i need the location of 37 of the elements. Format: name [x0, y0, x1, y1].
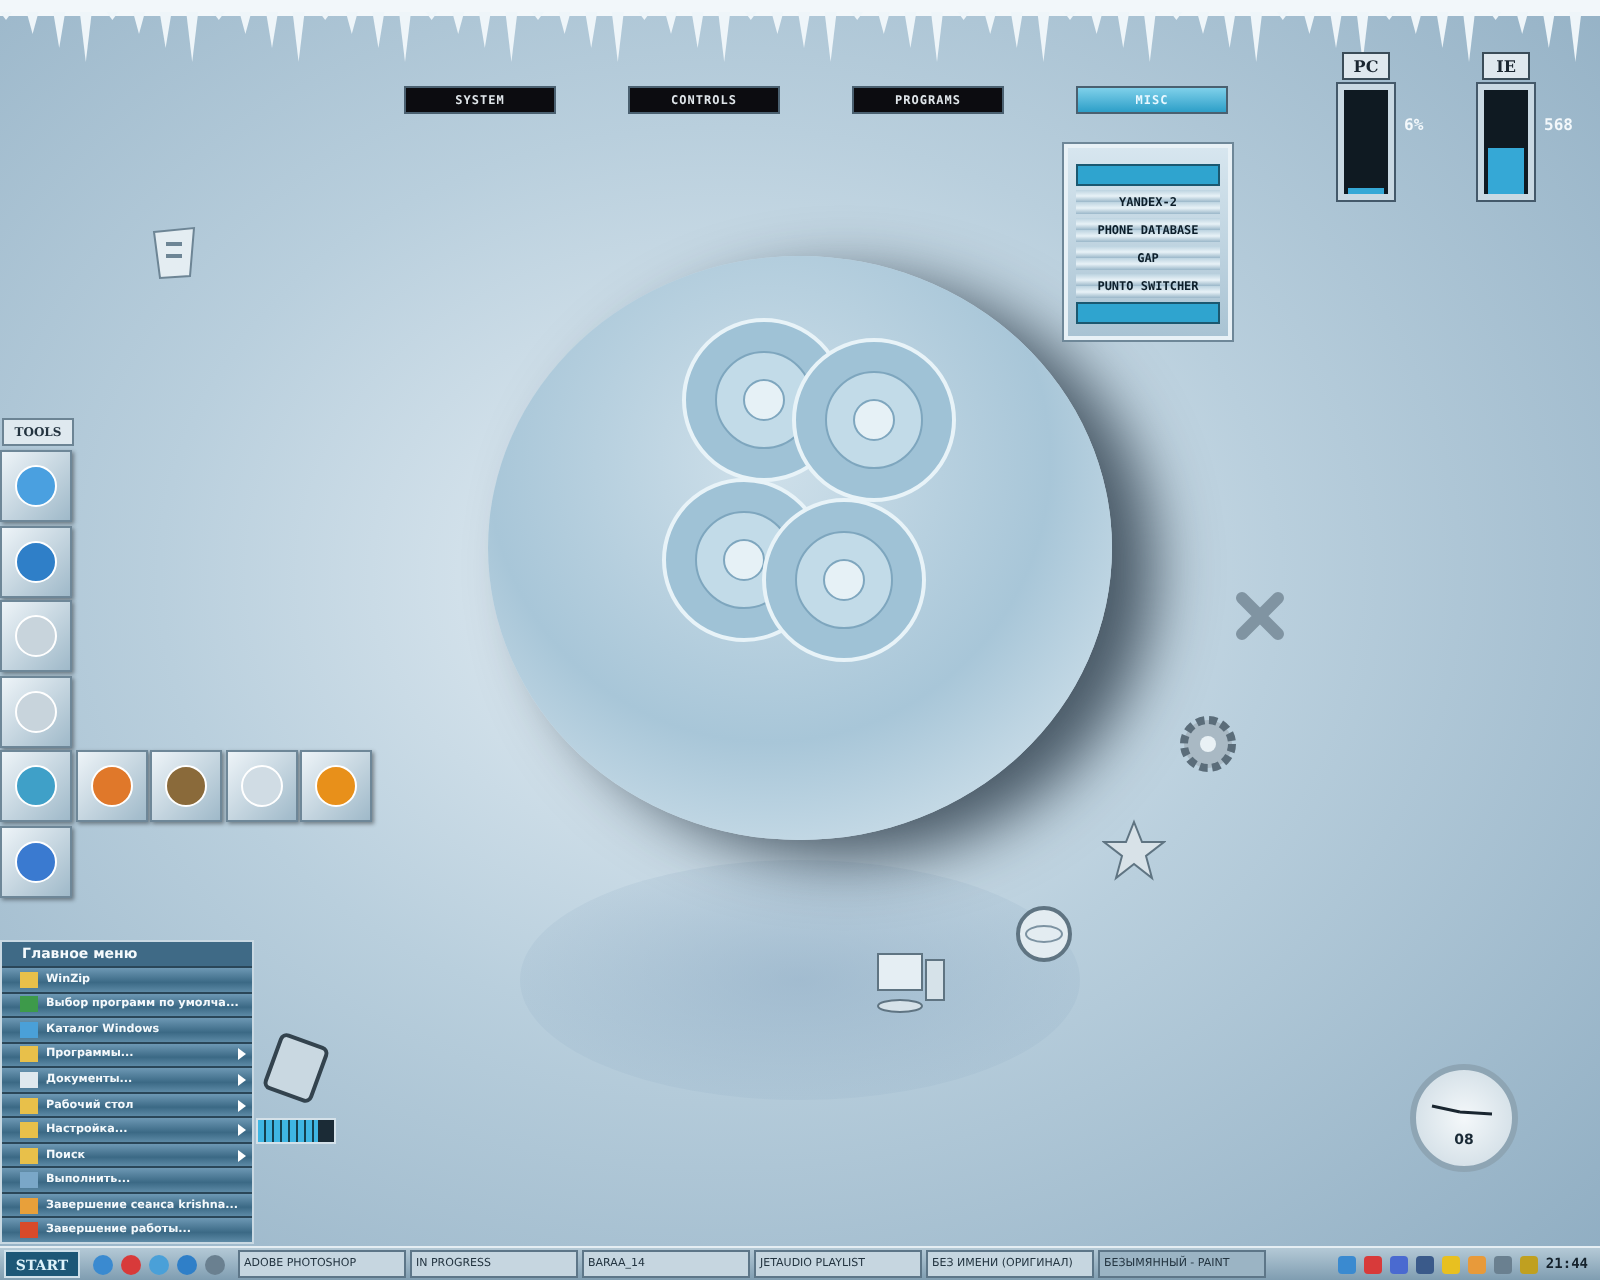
globe-icon[interactable]	[1014, 904, 1074, 964]
computer-icon[interactable]	[872, 948, 948, 1016]
tool-button[interactable]	[226, 750, 298, 822]
app-icon	[14, 840, 58, 884]
quick-launch-icon[interactable]	[204, 1253, 226, 1275]
meter-label: PC	[1342, 52, 1390, 80]
highlight-bar	[1076, 164, 1220, 186]
tool-button[interactable]	[0, 450, 72, 522]
meter-reading: 568	[1544, 116, 1573, 134]
app-icon	[14, 614, 58, 658]
app-icon	[164, 764, 208, 808]
quick-launch-icon[interactable]	[92, 1253, 114, 1275]
submenu-arrow-icon	[238, 1099, 246, 1111]
tool-button[interactable]	[76, 750, 148, 822]
app-icon	[240, 764, 284, 808]
tool-button[interactable]	[0, 526, 72, 598]
app-icon	[14, 540, 58, 584]
highlight-bar	[1076, 302, 1220, 324]
clock-hands-icon	[1430, 1104, 1494, 1116]
quick-launch-icon[interactable]	[120, 1253, 142, 1275]
meter-reading: 6%	[1404, 116, 1424, 134]
tool-button[interactable]	[0, 750, 72, 822]
star-icon[interactable]	[1102, 818, 1166, 882]
tool-button[interactable]	[300, 750, 372, 822]
app-icon	[14, 764, 58, 808]
quick-launch-icon[interactable]	[176, 1253, 198, 1275]
meter-label: IE	[1482, 52, 1530, 80]
app-icon	[14, 464, 58, 508]
tool-button[interactable]	[150, 750, 222, 822]
tool-button[interactable]	[0, 826, 72, 898]
app-icon	[14, 690, 58, 734]
settings-icon[interactable]	[1178, 714, 1238, 774]
tool-button[interactable]	[0, 676, 72, 748]
close-icon[interactable]	[1234, 590, 1286, 642]
app-icon	[90, 764, 134, 808]
app-icon	[314, 764, 358, 808]
tool-button[interactable]	[0, 600, 72, 672]
